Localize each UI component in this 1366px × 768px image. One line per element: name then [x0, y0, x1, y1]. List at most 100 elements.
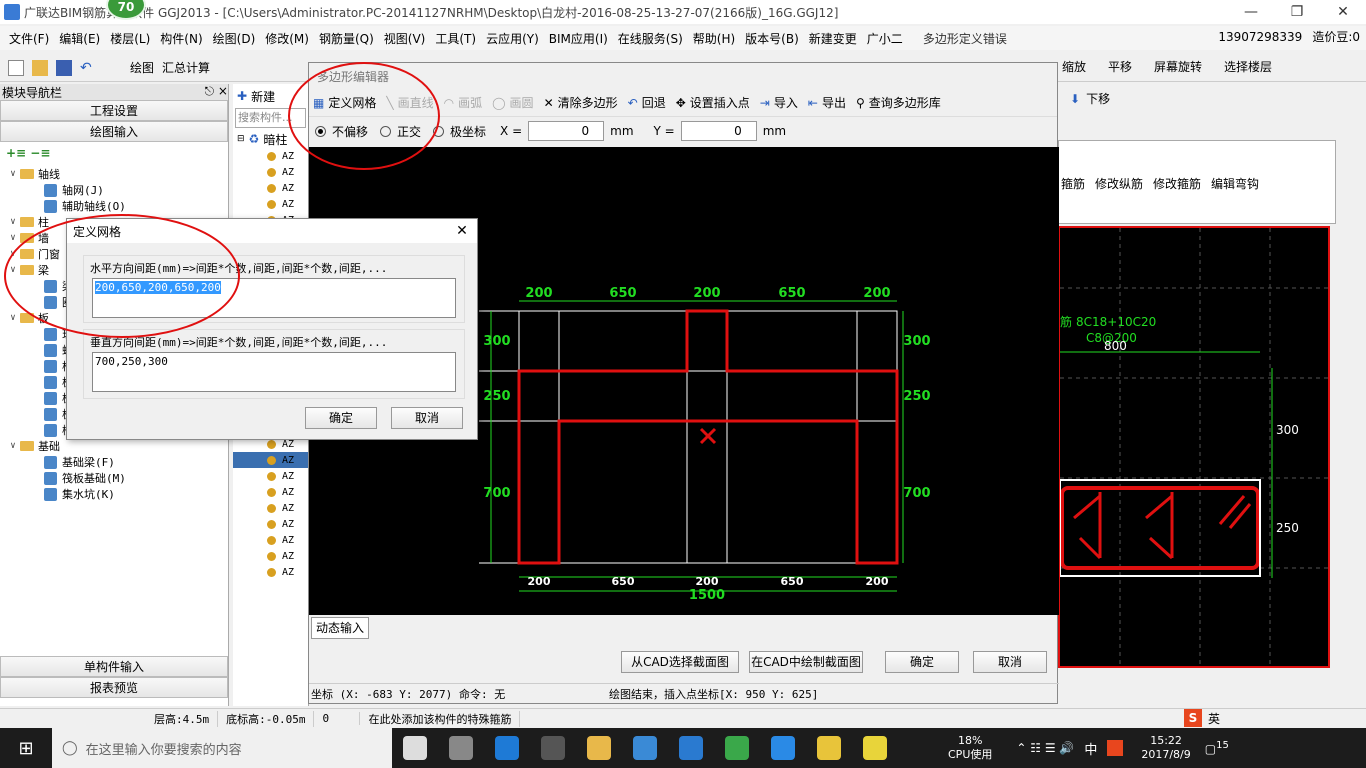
menu-view[interactable]: 视图(V): [379, 30, 431, 47]
notes-app-icon[interactable]: [817, 736, 841, 760]
tray-icons[interactable]: ⌃ ☷ ☰ 🔊: [1016, 741, 1074, 755]
tab-modify-stirrup[interactable]: 修改箍筋: [1153, 175, 1201, 192]
close-icon[interactable]: ✕: [447, 223, 477, 239]
grid-ok-button[interactable]: 确定: [305, 407, 377, 429]
list-item[interactable]: AZ: [233, 532, 308, 548]
menu-rebar[interactable]: 钢筋量(Q): [314, 30, 379, 47]
list-item[interactable]: AZ: [233, 548, 308, 564]
draw-button[interactable]: 绘图: [130, 59, 154, 76]
task-view-icon[interactable]: [403, 736, 427, 760]
summary-button[interactable]: 汇总计算: [162, 59, 210, 76]
sogou-icon[interactable]: S: [1184, 709, 1202, 727]
new-file-icon[interactable]: [8, 59, 24, 76]
menu-online[interactable]: 在线服务(S): [613, 30, 688, 47]
menu-modify[interactable]: 修改(M): [260, 30, 314, 47]
expand-collapse-icons[interactable]: +≡ −≡: [0, 142, 228, 166]
taskbar-search-input[interactable]: ◯ 在这里输入你要搜索的内容: [52, 728, 392, 768]
save-icon[interactable]: [56, 59, 72, 76]
menu-edit[interactable]: 编辑(E): [54, 30, 105, 47]
from-cad-button[interactable]: 从CAD选择截面图: [621, 651, 739, 673]
undo-step-button[interactable]: ↶ 回退: [628, 94, 666, 111]
expand-icon[interactable]: ∨: [8, 169, 18, 179]
menu-floor[interactable]: 楼层(L): [105, 30, 155, 47]
store-icon[interactable]: [541, 736, 565, 760]
network-tool-icon[interactable]: [449, 736, 473, 760]
list-item[interactable]: AZ: [233, 164, 308, 180]
tree-folder[interactable]: ∨ 基础: [0, 438, 228, 454]
menu-component[interactable]: 构件(N): [155, 30, 207, 47]
menu-bim[interactable]: BIM应用(I): [544, 30, 613, 47]
expand-icon[interactable]: ∨: [8, 233, 18, 243]
list-item[interactable]: AZ: [233, 500, 308, 516]
list-item[interactable]: AZ: [233, 452, 308, 468]
edge-browser-icon[interactable]: [495, 736, 519, 760]
list-item[interactable]: AZ: [233, 484, 308, 500]
clear-polygon-button[interactable]: ✕ 清除多边形: [544, 94, 618, 111]
select-floor-button[interactable]: 选择楼层: [1224, 58, 1272, 75]
browser-360-icon[interactable]: [725, 736, 749, 760]
menu-assistant[interactable]: 广小二: [862, 30, 908, 47]
dynamic-input-tab[interactable]: 动态输入: [311, 617, 370, 639]
list-item[interactable]: AZ: [233, 516, 308, 532]
minimize-icon[interactable]: —: [1228, 0, 1274, 24]
list-item[interactable]: AZ: [233, 196, 308, 212]
menu-help[interactable]: 帮助(H): [688, 30, 740, 47]
expand-icon[interactable]: ∨: [8, 441, 18, 451]
draw-in-cad-button[interactable]: 在CAD中绘制截面图: [749, 651, 863, 673]
tree-item[interactable]: 辅助轴线(O): [0, 198, 228, 214]
tab-edit-hook[interactable]: 编辑弯钩: [1211, 175, 1259, 192]
close-icon[interactable]: ✕: [1320, 0, 1366, 24]
cost-bean[interactable]: 造价豆:0: [1312, 28, 1360, 45]
menu-draw[interactable]: 绘图(D): [208, 30, 261, 47]
move-down-button[interactable]: ⬇ 下移: [1070, 90, 1110, 107]
ime-english[interactable]: 英: [1208, 710, 1220, 727]
expand-icon[interactable]: ∨: [8, 217, 18, 227]
tree-item[interactable]: 轴网(J): [0, 182, 228, 198]
set-insert-point-button[interactable]: ✥ 设置插入点: [676, 94, 750, 111]
clock[interactable]: 15:22 2017/8/9: [1141, 734, 1190, 762]
tree-item[interactable]: 集水坑(K): [0, 486, 228, 502]
single-component-button[interactable]: 单构件输入: [0, 656, 228, 677]
report-preview-button[interactable]: 报表预览: [0, 677, 228, 698]
zoom-button[interactable]: 缩放: [1062, 58, 1086, 75]
polygon-cancel-button[interactable]: 取消: [973, 651, 1047, 673]
menu-new-change[interactable]: 新建变更: [804, 30, 862, 47]
tab-stirrup[interactable]: 箍筋: [1061, 175, 1085, 192]
rotate-button[interactable]: 屏幕旋转: [1154, 58, 1202, 75]
vertical-spacing-input[interactable]: 700,250,300: [92, 352, 456, 392]
grid-cancel-button[interactable]: 取消: [391, 407, 463, 429]
ime-indicator[interactable]: 中: [1084, 739, 1097, 758]
project-settings-button[interactable]: 工程设置: [0, 100, 228, 121]
rebar-app-icon[interactable]: [771, 736, 795, 760]
menu-file[interactable]: 文件(F): [4, 30, 54, 47]
list-item[interactable]: AZ: [233, 148, 308, 164]
y-input[interactable]: 0: [680, 121, 757, 141]
list-item[interactable]: AZ: [233, 564, 308, 580]
windows-start-icon[interactable]: ⊞: [0, 738, 52, 759]
menu-tools[interactable]: 工具(T): [430, 30, 481, 47]
glodon-app2-icon[interactable]: [679, 736, 703, 760]
import-button[interactable]: ⇥ 导入: [760, 94, 798, 111]
glodon-app-icon[interactable]: [633, 736, 657, 760]
draw-circle-button[interactable]: ◯ 画圆: [492, 94, 533, 111]
section-canvas[interactable]: 8C18+10C20 筋 C8@200 800 300 250: [1058, 226, 1330, 668]
tree-item[interactable]: 筏板基础(M): [0, 470, 228, 486]
draw-input-button[interactable]: 绘图输入: [0, 121, 228, 142]
menu-cloud[interactable]: 云应用(Y): [481, 30, 544, 47]
file-explorer-icon[interactable]: [587, 736, 611, 760]
expand-icon[interactable]: ∨: [8, 313, 18, 323]
tree-item[interactable]: 基础梁(F): [0, 454, 228, 470]
open-folder-icon[interactable]: [32, 59, 48, 76]
phone-number[interactable]: 13907298339: [1218, 30, 1302, 44]
x-input[interactable]: 0: [528, 121, 605, 141]
undo-icon[interactable]: ↶: [80, 60, 96, 76]
tree-folder[interactable]: ∨ 轴线: [0, 166, 228, 182]
cpu-monitor[interactable]: 18% CPU使用: [948, 734, 992, 762]
menu-version[interactable]: 版本号(B): [740, 30, 804, 47]
query-polygon-library-button[interactable]: ⚲ 查询多边形库: [856, 94, 941, 111]
restore-icon[interactable]: ❐: [1274, 0, 1320, 24]
help-app-icon[interactable]: [863, 736, 887, 760]
sogou-tray-icon[interactable]: [1107, 740, 1124, 756]
pin-icon[interactable]: ⎋ ×: [205, 84, 228, 100]
list-item[interactable]: AZ: [233, 180, 308, 196]
